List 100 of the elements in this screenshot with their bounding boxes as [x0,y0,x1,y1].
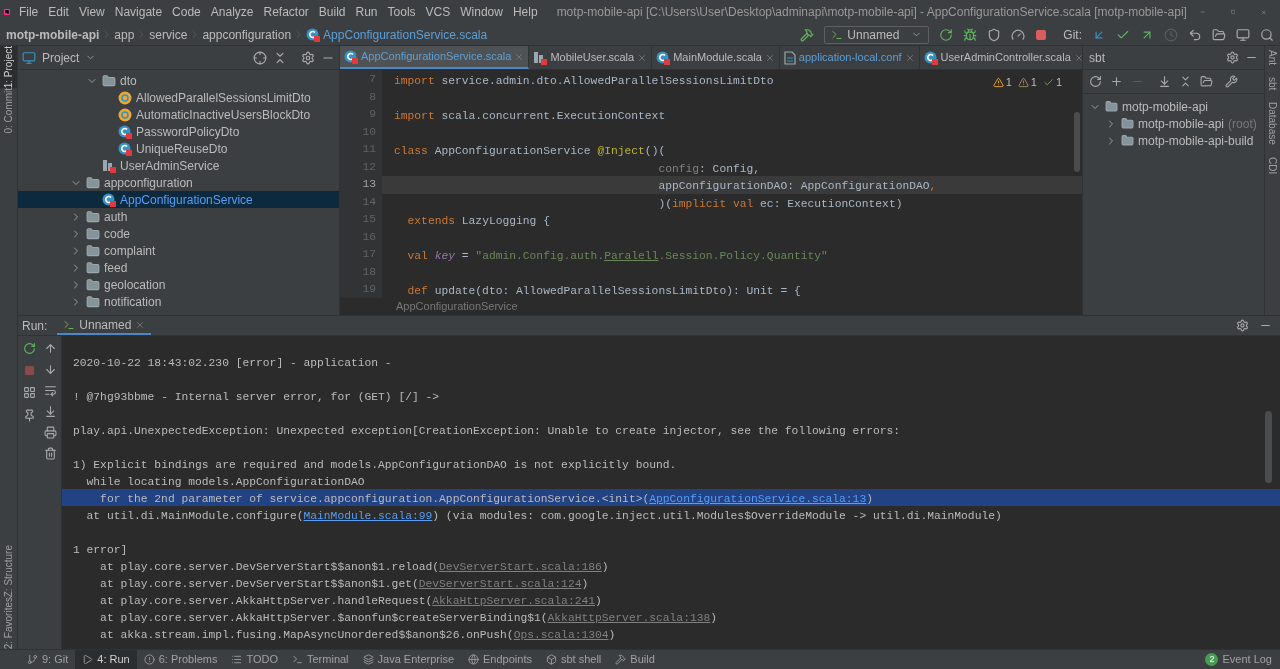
tool-window-tab[interactable]: sbt [1266,77,1279,91]
collapse-icon[interactable] [1179,75,1192,88]
source-link[interactable]: MainModule.scala:99 [303,510,433,522]
tree-item[interactable]: AutomaticInactiveUsersBlockDto [18,106,339,123]
breadcrumb[interactable]: appconfiguration [202,25,292,44]
source-link[interactable]: Ops.scala:1304 [513,629,609,641]
shield-icon[interactable] [987,27,1002,42]
trash-icon[interactable] [44,447,57,460]
tool-window-button[interactable]: sbt shell [538,650,609,669]
menu-item[interactable]: Tools [382,3,421,21]
gauge-icon[interactable] [1011,27,1026,42]
breadcrumb[interactable]: motp-mobile-api [6,25,100,44]
folder-icon[interactable] [1212,27,1226,42]
pin-icon[interactable] [22,409,36,422]
tree-item[interactable]: PasswordPolicyDto [18,123,339,140]
tool-window-tab[interactable]: Ant [1266,50,1279,65]
hammer-icon[interactable] [800,27,815,42]
tree-item[interactable]: dto [18,72,339,89]
down-arrow-icon[interactable] [44,363,57,376]
menu-item[interactable]: Run [350,3,383,21]
tool-window-button[interactable]: Endpoints [461,650,539,669]
scrollbar[interactable] [1265,411,1272,483]
tool-window-tab[interactable]: Z: Structure [0,544,17,597]
rerun-icon[interactable] [939,27,954,42]
run-config-dropdown[interactable]: Unnamed [824,25,930,44]
code-breadcrumb[interactable]: AppConfigurationService [396,298,518,315]
tree-item[interactable]: UserAdminService [18,157,339,174]
collapse-icon[interactable] [273,50,287,65]
tree-item[interactable]: motp-mobile-api-build [1083,132,1264,149]
tree-item[interactable]: geolocation [18,276,339,293]
tool-window-tab[interactable]: CDI [1266,157,1279,175]
close-icon[interactable] [764,52,775,63]
menu-item[interactable]: Build [313,3,351,21]
tool-window-tab[interactable]: 2: Favorites [0,596,17,649]
tool-window-tab[interactable]: Database [1266,102,1279,146]
tool-window-button[interactable]: Java Enterprise [355,650,461,669]
menu-item[interactable]: File [13,3,44,21]
scroll-end-icon[interactable] [44,405,57,418]
menu-item[interactable]: Window [455,3,508,21]
inspection-count[interactable]: 1 [1030,74,1037,91]
tool-window-button[interactable]: Build [608,650,662,669]
editor-tab[interactable]: UserAdminController.scala [919,46,1082,69]
tree-item[interactable]: notification [18,293,339,310]
inspection-count[interactable]: 1 [1005,74,1012,91]
close-icon[interactable] [904,52,915,63]
tool-window-button[interactable]: 6: Problems [136,650,225,669]
breadcrumb[interactable]: app [114,25,135,44]
close-icon[interactable] [1073,52,1082,63]
tree-item[interactable]: code [18,225,339,242]
editor-tab[interactable]: MobileUser.scala [529,46,653,69]
refresh-icon[interactable] [1089,75,1102,88]
add-icon[interactable] [1110,75,1123,88]
breadcrumb[interactable]: service [149,25,188,44]
print-icon[interactable] [44,426,57,439]
wrap-icon[interactable] [44,384,57,397]
tree-item[interactable]: complaint [18,242,339,259]
close-icon[interactable] [637,52,648,63]
tree-item[interactable]: motp-mobile-api (root) [1083,115,1264,132]
event-log-button[interactable]: Event Log [1222,651,1272,668]
menu-item[interactable]: Navigate [109,3,168,21]
folder-icon[interactable] [1200,75,1213,88]
tree-item[interactable]: AppConfigurationService [18,191,339,208]
source-link[interactable]: DevServerStart.scala:124 [418,578,582,590]
tool-window-button[interactable]: TODO [224,650,285,669]
settings-icon[interactable] [301,50,315,65]
expand-icon[interactable] [1158,75,1171,88]
tree-item[interactable]: appconfiguration [18,174,339,191]
close-icon[interactable] [135,319,146,330]
tool-window-tab[interactable]: 1: Project [0,46,17,89]
menu-item[interactable]: Analyze [205,3,259,21]
tree-item[interactable]: motp-mobile-api [1083,98,1264,115]
menu-item[interactable]: Code [167,3,206,21]
wrench-icon[interactable] [1225,75,1238,88]
stop-icon[interactable] [1035,28,1048,41]
tool-window-button[interactable]: 9: Git [20,650,76,669]
tool-window-button[interactable]: Terminal [285,650,356,669]
inspection-count[interactable]: 1 [1055,74,1062,91]
tool-window-tab[interactable]: 0: Commit [0,88,17,134]
editor-tab[interactable]: MainModule.scala [652,46,780,69]
tree-item[interactable]: AllowedParallelSessionsLimitDto [18,89,339,106]
scrollbar[interactable] [1074,112,1080,172]
editor-tab[interactable]: application-local.conf [779,46,920,69]
menu-item[interactable]: Edit [43,3,74,21]
menu-item[interactable]: Help [507,3,543,21]
tree-item[interactable]: auth [18,208,339,225]
menu-item[interactable]: Refactor [258,3,314,21]
source-link[interactable]: AkkaHttpServer.scala:138 [547,612,711,624]
bug-icon[interactable] [963,27,978,42]
settings-icon[interactable] [1226,51,1239,64]
source-link[interactable]: AkkaHttpServer.scala:241 [432,595,595,607]
tool-window-button[interactable]: 4: Run [75,650,137,669]
tree-item[interactable]: feed [18,259,339,276]
rerun-icon[interactable] [22,342,36,355]
menu-item[interactable]: View [73,3,110,21]
tree-item[interactable]: UniqueReuseDto [18,140,339,157]
breadcrumb[interactable]: AppConfigurationService.scala [306,25,488,44]
undo-icon[interactable] [1188,27,1202,42]
locate-icon[interactable] [253,50,267,65]
panel-title[interactable]: Project [42,48,80,67]
up-arrow-icon[interactable] [44,342,57,355]
